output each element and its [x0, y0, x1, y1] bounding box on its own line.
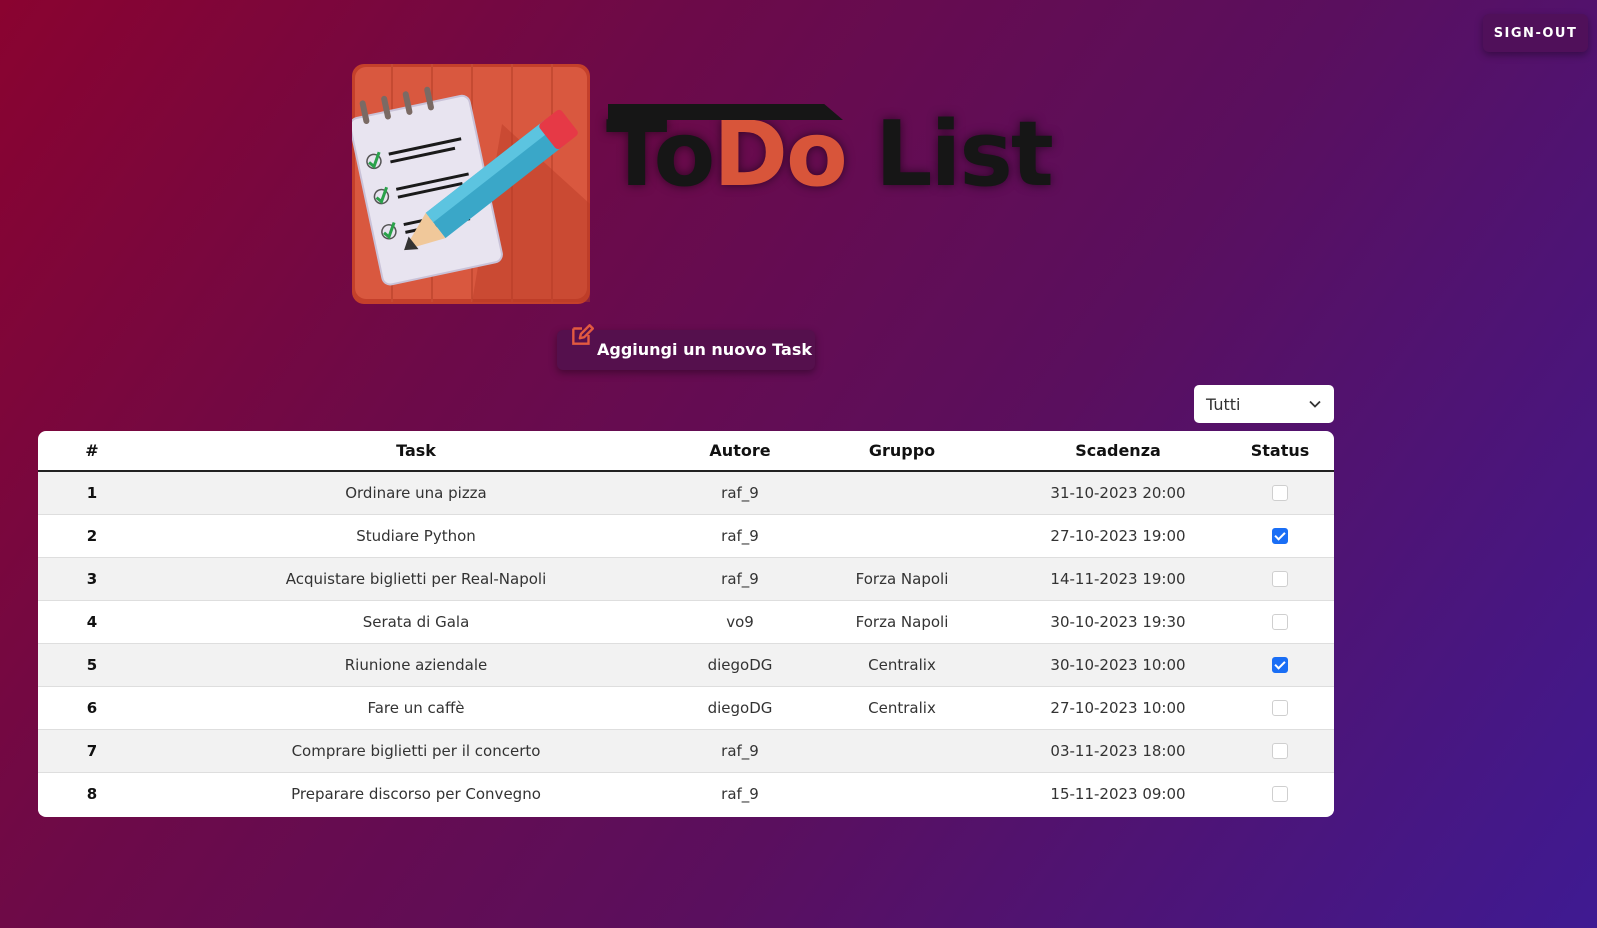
task-author: raf_9: [721, 526, 759, 545]
task-group: [794, 729, 1010, 772]
status-checkbox[interactable]: [1272, 657, 1288, 673]
table-row[interactable]: 4 Serata di Gala vo9 Forza Napoli 30-10-2023…: [38, 600, 1334, 643]
task-author: diegoDG: [707, 698, 773, 717]
col-header-scadenza: Scadenza: [1010, 431, 1226, 472]
col-header-num: #: [38, 431, 146, 472]
sign-out-button[interactable]: SIGN-OUT: [1483, 14, 1588, 52]
row-number: 1: [86, 483, 98, 502]
status-checkbox[interactable]: [1272, 528, 1288, 544]
task-group: [794, 471, 1010, 514]
task-status-cell: [1226, 729, 1334, 772]
task-group: Centralix: [868, 698, 936, 717]
row-number: 2: [86, 526, 98, 545]
chevron-down-icon: [1309, 400, 1321, 408]
task-group: Centralix: [868, 655, 936, 674]
task-status-cell: [1226, 600, 1334, 643]
task-status-cell: [1226, 686, 1334, 729]
status-checkbox[interactable]: [1272, 743, 1288, 759]
task-status-cell: [1226, 557, 1334, 600]
task-group: [794, 514, 1010, 557]
table-row[interactable]: 7 Comprare biglietti per il concerto raf_9…: [38, 729, 1334, 772]
status-checkbox[interactable]: [1272, 485, 1288, 502]
status-checkbox[interactable]: [1272, 571, 1288, 587]
task-author: diegoDG: [707, 655, 773, 674]
table-header-row: # Task Autore Gruppo Scadenza Status: [38, 431, 1334, 472]
task-group: Forza Napoli: [855, 612, 949, 631]
task-name: Comprare biglietti per il concerto: [291, 741, 541, 760]
task-group: [794, 772, 1010, 815]
table-row[interactable]: 6 Fare un caffè diegoDG Centralix 27-10-2023…: [38, 686, 1334, 729]
table-row[interactable]: 2 Studiare Python raf_9 27-10-2023 19:00: [38, 514, 1334, 557]
app-logo: [349, 64, 590, 304]
task-deadline: 15-11-2023 09:00: [1050, 784, 1186, 803]
title-decoration: [608, 104, 843, 120]
table-row[interactable]: 5 Riunione aziendale diegoDG Centralix 30-10…: [38, 643, 1334, 686]
status-filter-select[interactable]: Tutti: [1194, 385, 1334, 423]
add-task-label: Aggiungi un nuovo Task: [597, 340, 812, 359]
task-deadline: 27-10-2023 10:00: [1050, 698, 1186, 717]
task-deadline: 14-11-2023 19:00: [1050, 569, 1186, 588]
task-deadline: 30-10-2023 10:00: [1050, 655, 1186, 674]
task-deadline: 30-10-2023 19:30: [1050, 612, 1186, 631]
task-status-cell: [1226, 514, 1334, 557]
row-number: 8: [86, 784, 98, 803]
row-number: 4: [86, 612, 98, 631]
task-name: Studiare Python: [356, 526, 476, 545]
task-deadline: 03-11-2023 18:00: [1050, 741, 1186, 760]
task-name: Fare un caffè: [367, 698, 465, 717]
table-row[interactable]: 1 Ordinare una pizza raf_9 31-10-2023 20:00: [38, 471, 1334, 514]
col-header-gruppo: Gruppo: [794, 431, 1010, 472]
edit-icon: [572, 324, 595, 345]
task-author: raf_9: [721, 483, 759, 502]
row-number: 7: [86, 741, 98, 760]
task-status-cell: [1226, 471, 1334, 514]
filter-selected-value: Tutti: [1206, 394, 1241, 414]
status-checkbox[interactable]: [1272, 614, 1288, 630]
title-part-list: List: [845, 102, 1054, 207]
notepad-pencil-icon: [349, 64, 590, 304]
task-author: raf_9: [721, 784, 759, 803]
col-header-autore: Autore: [686, 431, 794, 472]
col-header-task: Task: [146, 431, 686, 472]
add-task-button[interactable]: Aggiungi un nuovo Task: [557, 324, 815, 370]
task-status-cell: [1226, 643, 1334, 686]
task-name: Riunione aziendale: [344, 655, 488, 674]
task-author: vo9: [726, 612, 754, 631]
status-checkbox[interactable]: [1272, 786, 1288, 803]
row-number: 5: [86, 655, 98, 674]
row-number: 3: [86, 569, 98, 588]
task-table: # Task Autore Gruppo Scadenza Status 1 Or…: [38, 431, 1334, 817]
task-name: Acquistare biglietti per Real-Napoli: [285, 569, 547, 588]
task-author: raf_9: [721, 741, 759, 760]
row-number: 6: [86, 698, 98, 717]
task-name: Ordinare una pizza: [345, 483, 487, 502]
task-deadline: 27-10-2023 19:00: [1050, 526, 1186, 545]
status-checkbox[interactable]: [1272, 700, 1288, 716]
table-row[interactable]: 8 Preparare discorso per Convegno raf_9 15-…: [38, 772, 1334, 815]
task-deadline: 31-10-2023 20:00: [1050, 483, 1186, 502]
task-name: Serata di Gala: [362, 612, 470, 631]
task-name: Preparare discorso per Convegno: [291, 784, 541, 803]
task-author: raf_9: [721, 569, 759, 588]
task-group: Forza Napoli: [855, 569, 949, 588]
app-title: ToDo List: [606, 100, 1054, 210]
col-header-status: Status: [1226, 431, 1334, 472]
table-row[interactable]: 3 Acquistare biglietti per Real-Napoli raf…: [38, 557, 1334, 600]
task-status-cell: [1226, 772, 1334, 815]
